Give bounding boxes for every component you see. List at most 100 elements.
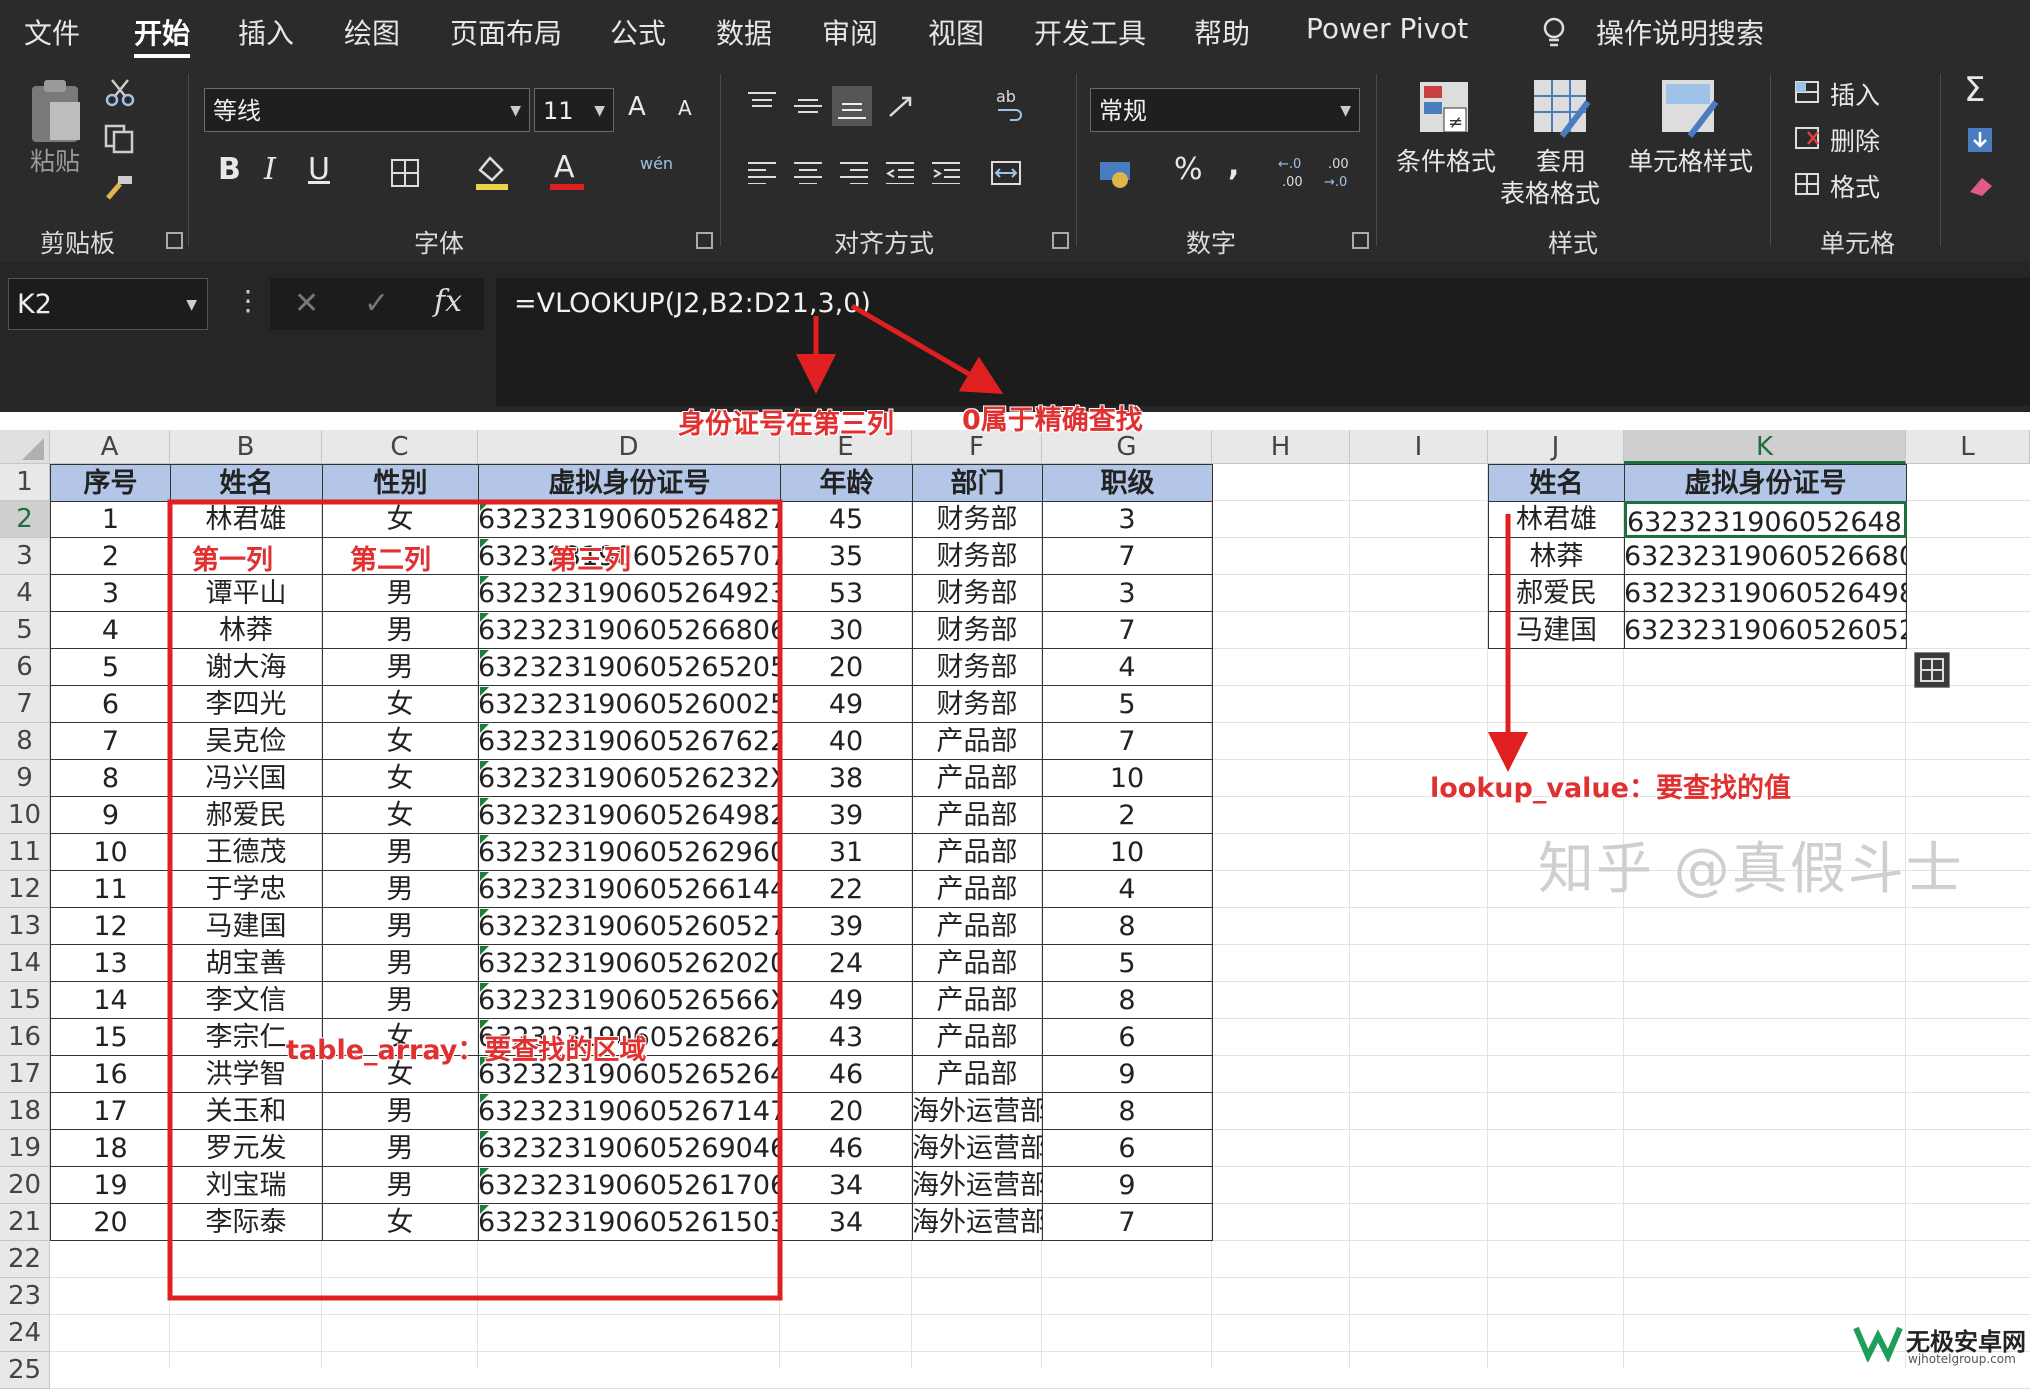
phonetic-button[interactable]: wén	[640, 154, 673, 173]
tab-formulas[interactable]: 公式	[610, 12, 666, 52]
format-as-table-label-1[interactable]: 套用	[1536, 142, 1586, 178]
annotation-col1: 第一列	[192, 545, 273, 576]
group-separator	[1940, 74, 1941, 246]
delete-cells-label[interactable]: 删除	[1830, 122, 1880, 158]
fill-color-icon[interactable]	[474, 152, 510, 194]
align-bottom-icon[interactable]	[832, 86, 872, 126]
paste-icon[interactable]	[28, 78, 86, 150]
conditional-formatting-icon[interactable]: ≠	[1418, 80, 1474, 142]
font-size-combo[interactable]: 11 ▼	[534, 88, 614, 132]
tab-help[interactable]: 帮助	[1194, 12, 1250, 52]
comma-style-button[interactable]: ,	[1228, 148, 1239, 183]
align-left-icon[interactable]	[746, 160, 778, 188]
delete-cells-icon[interactable]	[1794, 124, 1824, 156]
styles-group-label: 样式	[1548, 229, 1599, 258]
conditional-formatting-label[interactable]: 条件格式	[1396, 142, 1496, 178]
table-array-box	[167, 499, 783, 1301]
bold-button[interactable]: B	[218, 152, 241, 187]
chevron-down-icon: ▼	[186, 297, 197, 313]
chevron-down-icon: ▼	[1340, 103, 1351, 119]
group-separator	[1076, 74, 1077, 246]
tab-data[interactable]: 数据	[716, 12, 772, 52]
font-name-combo[interactable]: 等线 ▼	[204, 88, 530, 132]
format-cells-icon[interactable]	[1794, 170, 1824, 202]
svg-text:.00: .00	[1282, 175, 1303, 190]
tab-insert[interactable]: 插入	[238, 12, 294, 52]
active-tab-indicator	[134, 54, 190, 58]
accounting-format-icon[interactable]	[1098, 156, 1138, 194]
decrease-decimal-icon[interactable]: .00 →.0	[1322, 154, 1358, 194]
underline-button[interactable]: U	[308, 152, 330, 187]
align-center-icon[interactable]	[792, 160, 824, 188]
alignment-launcher-icon[interactable]	[1052, 232, 1069, 249]
alignment-group-label: 对齐方式	[834, 229, 935, 258]
number-group-label: 数字	[1186, 229, 1237, 258]
tab-developer[interactable]: 开发工具	[1034, 12, 1146, 52]
decrease-indent-icon[interactable]	[884, 160, 916, 188]
align-middle-icon[interactable]	[792, 94, 824, 122]
svg-text:ab: ab	[996, 87, 1016, 106]
shrink-font-button[interactable]: A	[678, 96, 692, 120]
percent-button[interactable]: %	[1174, 152, 1203, 187]
site-logo-icon	[1852, 1322, 1904, 1366]
font-size-value: 11	[543, 97, 574, 125]
increase-indent-icon[interactable]	[930, 160, 962, 188]
insert-cells-label[interactable]: 插入	[1830, 76, 1880, 112]
orientation-icon[interactable]	[886, 92, 926, 126]
svg-text:≠: ≠	[1448, 112, 1463, 133]
tab-file[interactable]: 文件	[24, 12, 80, 52]
annotation-lookup-value: lookup_value：要查找的值	[1430, 773, 1791, 804]
clipboard-launcher-icon[interactable]	[166, 232, 183, 249]
italic-button[interactable]: I	[264, 152, 276, 187]
site-logo-url: wjhotelgroup.com	[1908, 1352, 2016, 1366]
insert-cells-icon[interactable]	[1794, 78, 1824, 110]
font-color-button[interactable]: A	[554, 150, 575, 185]
tab-page-layout[interactable]: 页面布局	[450, 12, 562, 52]
group-separator	[1376, 74, 1377, 246]
more-options-icon[interactable]: ⋮	[234, 284, 262, 317]
copy-icon[interactable]	[104, 124, 136, 158]
cell-styles-label[interactable]: 单元格样式	[1628, 142, 1753, 178]
group-separator	[188, 74, 189, 246]
formula-bar-area: K2 ▼ ⋮ ✕ ✓ fx =VLOOKUP(J2,B2:D21,3,0)	[0, 262, 2030, 412]
cells-group-label: 单元格	[1820, 229, 1896, 258]
group-separator	[1770, 74, 1771, 246]
tab-review[interactable]: 审阅	[822, 12, 878, 52]
format-painter-icon[interactable]	[104, 172, 136, 206]
font-name-value: 等线	[213, 97, 261, 125]
formula-input[interactable]: =VLOOKUP(J2,B2:D21,3,0)	[496, 278, 2030, 406]
cut-icon[interactable]	[104, 78, 136, 112]
number-format-combo[interactable]: 常规 ▼	[1090, 88, 1360, 132]
merge-center-icon[interactable]	[990, 160, 1022, 190]
insert-function-button[interactable]: fx	[434, 284, 462, 319]
enter-check-icon[interactable]: ✓	[364, 286, 389, 321]
tab-power-pivot[interactable]: Power Pivot	[1306, 12, 1468, 45]
chevron-down-icon: ▼	[510, 103, 521, 119]
watermark: 知乎 @真假斗士	[1538, 837, 1964, 902]
grow-font-button[interactable]: A	[628, 92, 646, 122]
clear-eraser-icon[interactable]	[1966, 172, 1996, 204]
autosum-button[interactable]: Σ	[1964, 70, 1985, 110]
font-launcher-icon[interactable]	[696, 232, 713, 249]
borders-icon[interactable]	[390, 158, 420, 192]
tell-me-search[interactable]: 操作说明搜索	[1596, 12, 1764, 52]
tab-view[interactable]: 视图	[928, 12, 984, 52]
ribbon: 文件 开始 插入 绘图 页面布局 公式 数据 审阅 视图 开发工具 帮助 Pow…	[0, 0, 2030, 262]
align-top-icon[interactable]	[746, 90, 778, 118]
wrap-text-icon[interactable]: ab	[994, 86, 1024, 130]
tab-draw[interactable]: 绘图	[344, 12, 400, 52]
cell-styles-icon[interactable]	[1660, 78, 1720, 142]
tab-home[interactable]: 开始	[134, 12, 190, 52]
align-right-icon[interactable]	[838, 160, 870, 188]
group-separator	[720, 74, 721, 246]
name-box[interactable]: K2 ▼	[8, 278, 208, 330]
cancel-icon[interactable]: ✕	[294, 286, 319, 321]
formula-text: =VLOOKUP(J2,B2:D21,3,0)	[514, 288, 871, 319]
format-cells-label[interactable]: 格式	[1830, 168, 1880, 204]
number-launcher-icon[interactable]	[1352, 232, 1369, 249]
increase-decimal-icon[interactable]: ←.0.00	[1276, 154, 1312, 194]
format-as-table-label-2[interactable]: 表格格式	[1500, 174, 1600, 210]
fill-down-icon[interactable]	[1966, 126, 1996, 158]
number-format-value: 常规	[1099, 97, 1147, 125]
format-as-table-icon[interactable]	[1532, 78, 1592, 142]
